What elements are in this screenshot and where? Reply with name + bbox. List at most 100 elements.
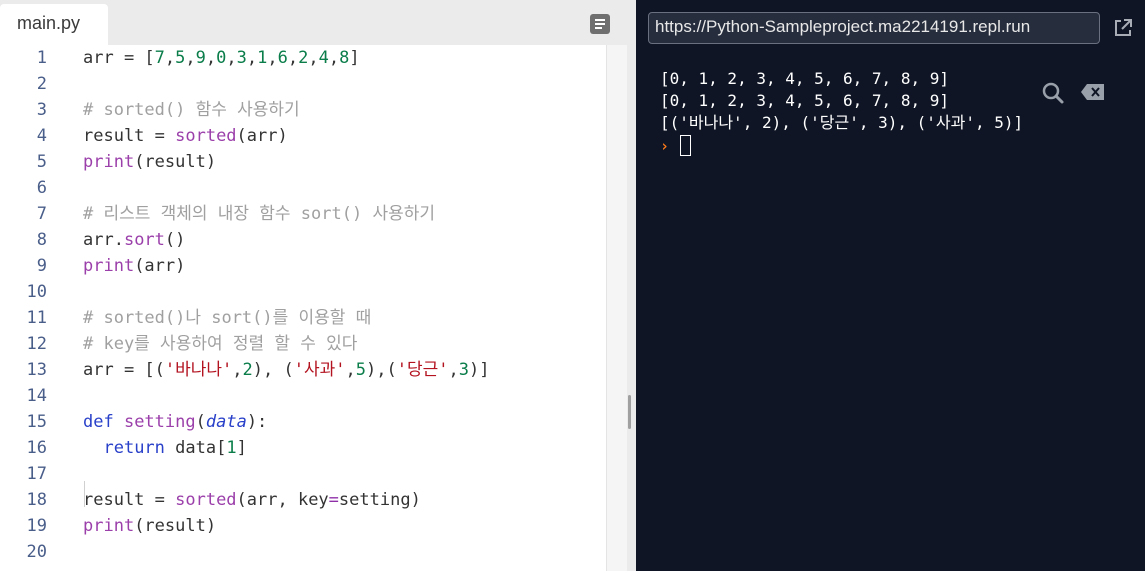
code-token: 3: [458, 360, 469, 380]
menu-icon[interactable]: [590, 14, 610, 34]
code-token: ]: [236, 438, 247, 458]
code-line[interactable]: 9 print(arr): [0, 253, 606, 279]
code-token: (result): [134, 152, 217, 172]
code-line[interactable]: 11 # sorted()나 sort()를 이용할 때: [0, 305, 606, 331]
code-line[interactable]: 2: [0, 71, 606, 97]
code-token: data[: [164, 438, 227, 458]
code-token: # key를 사용하여 정렬 할 수 있다: [83, 334, 358, 354]
code-line[interactable]: 5 print(result): [0, 149, 606, 175]
code-text: result = sorted(arr, key=setting): [83, 487, 421, 513]
code-text: arr = [7,5,9,0,3,1,6,2,4,8]: [83, 45, 360, 71]
code-token: result =: [83, 490, 176, 510]
code-line[interactable]: 8 arr.sort(): [0, 227, 606, 253]
editor-scrollbar[interactable]: [606, 45, 628, 571]
code-token: ]: [349, 48, 360, 68]
console-prompt: ›: [660, 137, 670, 155]
code-token: '바나나': [164, 360, 233, 380]
code-token: sort: [123, 230, 165, 250]
code-token: 1: [226, 438, 237, 458]
editor-tab-bar: main.py: [0, 0, 627, 45]
editor-pane: main.py 1 arr = [7,5,9,0,3,1,6,2,4,8] 2 3 # …: [0, 0, 628, 571]
code-token: '당근': [396, 360, 449, 380]
code-editor[interactable]: 1 arr = [7,5,9,0,3,1,6,2,4,8] 2 3 # sorted()…: [0, 45, 606, 571]
code-token: ,: [205, 48, 217, 68]
code-token: ):: [246, 412, 268, 432]
code-text: return data[1]: [83, 435, 247, 461]
code-token: # sorted() 함수 사용하기: [83, 100, 300, 120]
line-number: 6: [36, 178, 47, 198]
line-number: 16: [26, 438, 47, 458]
console-output-line: [0, 1, 2, 3, 4, 5, 6, 7, 8, 9]: [660, 69, 949, 88]
code-token: ), (: [252, 360, 294, 380]
code-text: def setting(data):: [83, 409, 267, 435]
code-token: sorted: [175, 490, 237, 510]
code-token: ,: [226, 48, 237, 68]
code-line[interactable]: 7 # 리스트 객체의 내장 함수 sort() 사용하기: [0, 201, 606, 227]
line-number: 10: [26, 282, 47, 302]
code-token: print: [83, 516, 135, 536]
line-number: 11: [26, 308, 47, 328]
code-token: 9: [195, 48, 206, 68]
clear-console-icon[interactable]: [1080, 83, 1106, 101]
code-line[interactable]: 18 result = sorted(arr, key=setting): [0, 487, 606, 513]
code-token: return: [103, 438, 165, 458]
code-line[interactable]: 1 arr = [7,5,9,0,3,1,6,2,4,8]: [0, 45, 606, 71]
line-number: 13: [26, 360, 47, 380]
code-line[interactable]: 12 # key를 사용하여 정렬 할 수 있다: [0, 331, 606, 357]
code-text: print(result): [83, 149, 216, 175]
code-line[interactable]: 6: [0, 175, 606, 201]
code-token: )]: [468, 360, 490, 380]
resize-handle[interactable]: [628, 395, 631, 429]
line-number: 14: [26, 386, 47, 406]
code-token: arr = [: [83, 48, 155, 68]
line-number: 1: [36, 48, 47, 68]
code-token: 6: [277, 48, 288, 68]
url-bar[interactable]: https://Python-Sampleproject.ma2214191.r…: [648, 12, 1100, 44]
code-line[interactable]: 14: [0, 383, 606, 409]
code-token: result =: [83, 126, 176, 146]
external-link-icon[interactable]: [1113, 18, 1133, 38]
search-icon[interactable]: [1041, 81, 1065, 105]
code-token: 5: [355, 360, 366, 380]
code-token: 4: [318, 48, 329, 68]
code-token: ,: [246, 48, 258, 68]
code-text: arr.sort(): [83, 227, 185, 253]
code-token: print: [83, 256, 135, 276]
code-token: (: [195, 412, 206, 432]
code-line[interactable]: 16 return data[1]: [0, 435, 606, 461]
code-token: 2: [242, 360, 253, 380]
code-token: 3: [236, 48, 247, 68]
code-line[interactable]: 3 # sorted() 함수 사용하기: [0, 97, 606, 123]
code-token: ,: [185, 48, 196, 68]
tab-main-py[interactable]: main.py: [0, 4, 108, 45]
line-number: 7: [36, 204, 47, 224]
code-line[interactable]: 17: [0, 461, 606, 487]
code-token: setting): [338, 490, 421, 510]
code-text: print(arr): [83, 253, 185, 279]
code-token: arr = [(: [83, 360, 165, 380]
pane-divider[interactable]: [627, 0, 636, 571]
code-token: def: [83, 412, 124, 432]
code-line[interactable]: 4 result = sorted(arr): [0, 123, 606, 149]
code-token: (arr): [134, 256, 186, 276]
code-token: arr.: [83, 230, 124, 250]
console-cursor[interactable]: [680, 135, 691, 156]
code-text: print(result): [83, 513, 216, 539]
line-number: 2: [36, 74, 47, 94]
code-line[interactable]: 10: [0, 279, 606, 305]
code-token: (arr, key: [236, 490, 329, 510]
code-text: arr = [('바나나',2), ('사과',5),('당근',3)]: [83, 357, 489, 383]
code-token: (result): [134, 516, 217, 536]
code-line[interactable]: 13 arr = [('바나나',2), ('사과',5),('당근',3)]: [0, 357, 606, 383]
code-text: # sorted()나 sort()를 이용할 때: [83, 305, 371, 331]
code-line[interactable]: 15 def setting(data):: [0, 409, 606, 435]
code-token: ,: [267, 48, 278, 68]
line-number: 15: [26, 412, 47, 432]
code-line[interactable]: 19 print(result): [0, 513, 606, 539]
code-token: 5: [175, 48, 186, 68]
code-token: ,: [448, 360, 459, 380]
code-line[interactable]: 20: [0, 539, 606, 565]
line-number: 9: [36, 256, 47, 276]
code-token: ,: [232, 360, 243, 380]
